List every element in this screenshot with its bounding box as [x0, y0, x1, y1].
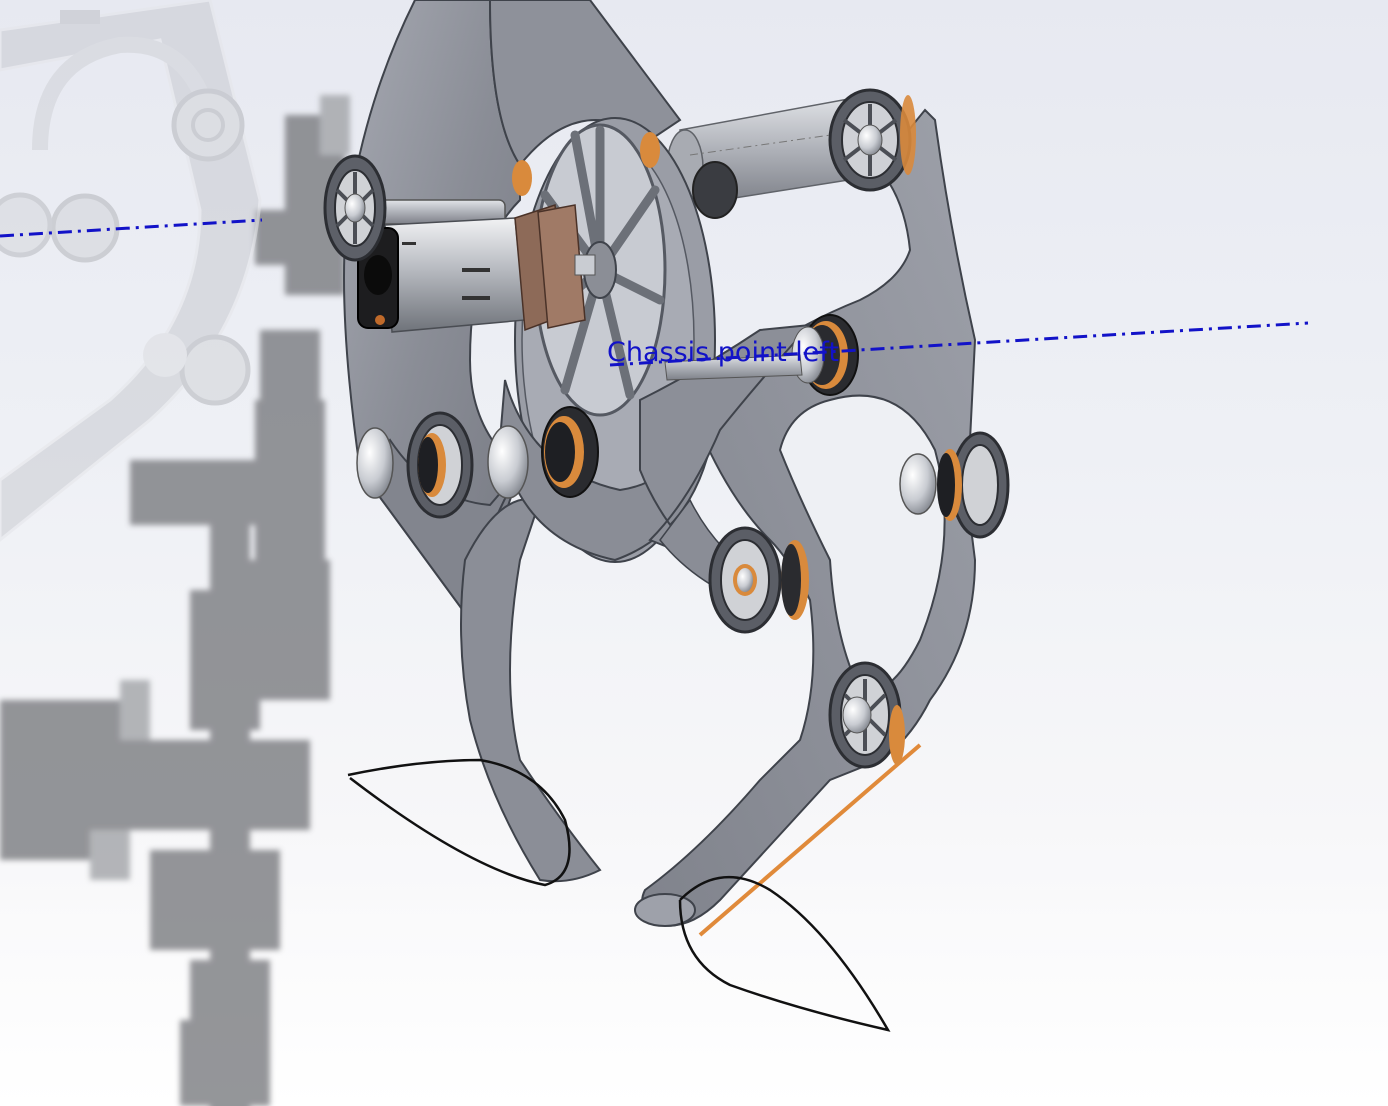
motor-icon [357, 199, 596, 333]
cad-viewport[interactable]: Chassis point left [0, 0, 1388, 1106]
ground-shadow [0, 95, 350, 1106]
cad-scene: Chassis point left [0, 0, 1309, 1106]
chassis-point-label[interactable]: Chassis point left [607, 337, 839, 368]
ghost-linkage [0, 0, 262, 542]
